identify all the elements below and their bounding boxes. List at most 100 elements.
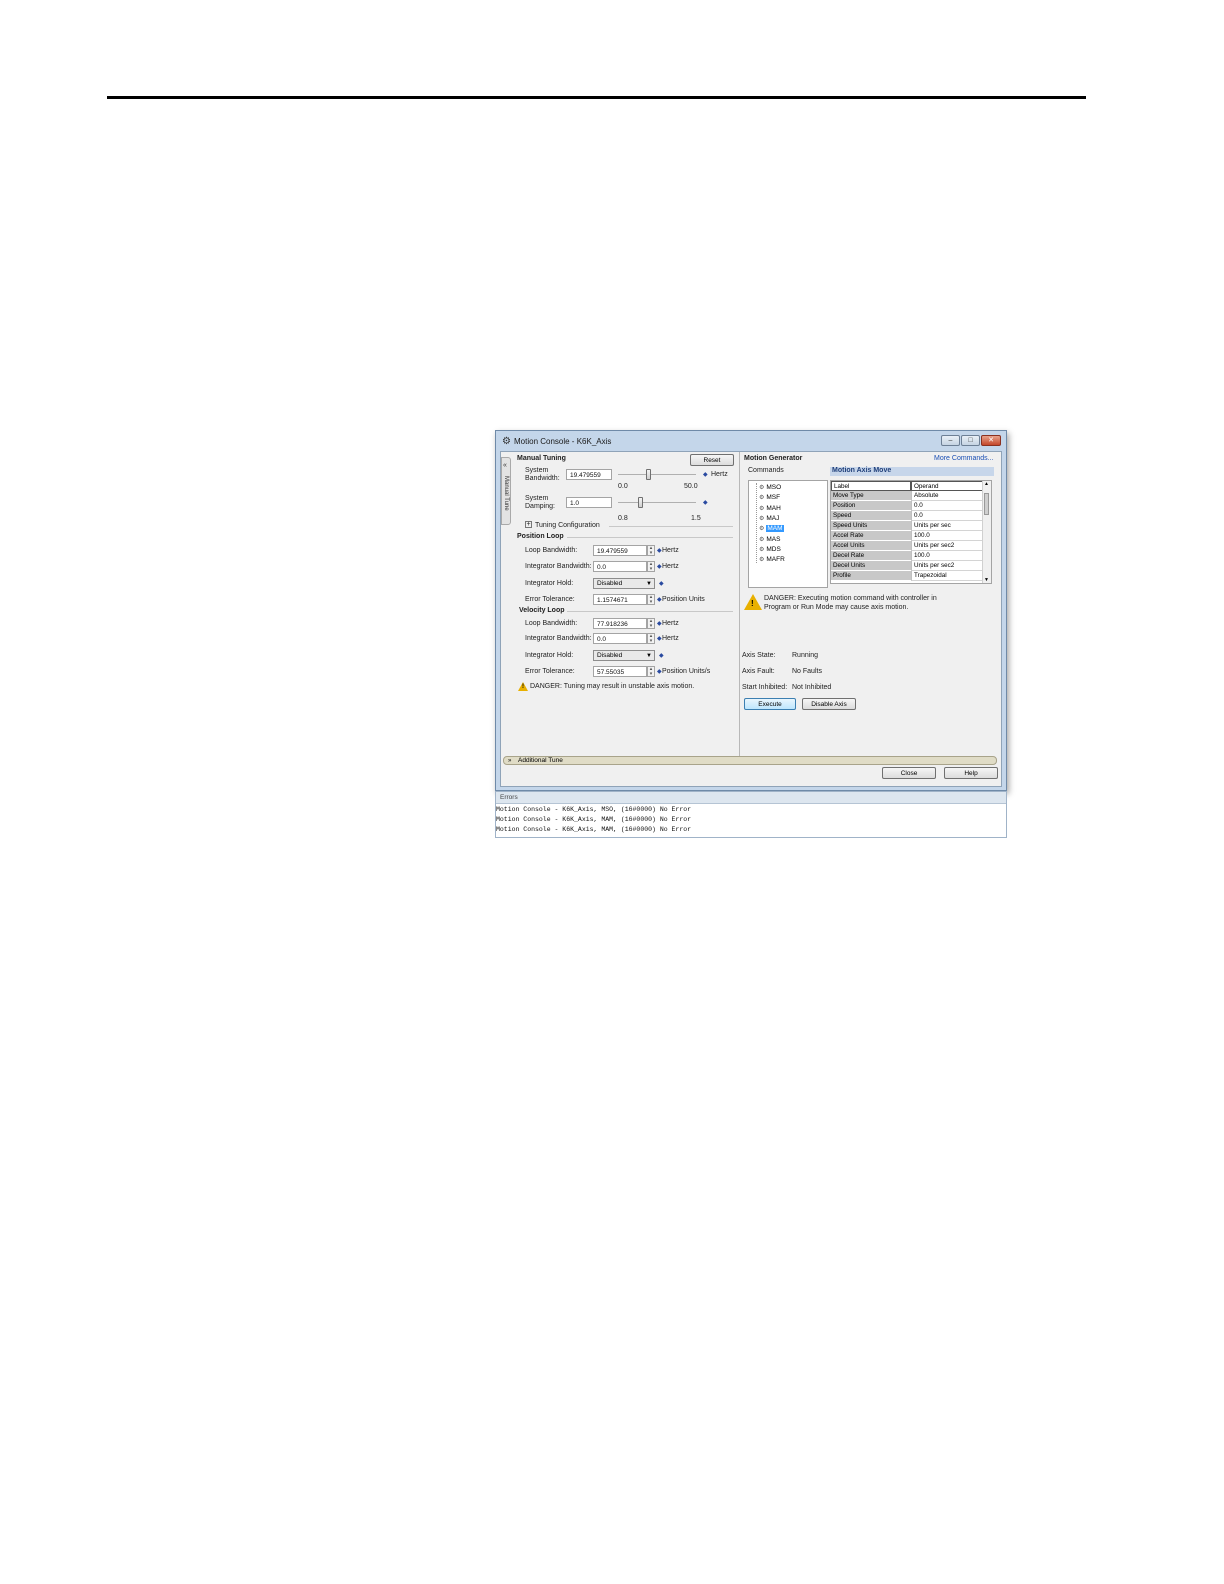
command-item[interactable]: ⚙ MSO: [759, 483, 781, 492]
grid-row-value[interactable]: Units per sec2: [911, 541, 983, 551]
system-bandwidth-track: [618, 474, 696, 475]
pos-integrator-hold-select[interactable]: Disabled ▼: [593, 578, 655, 589]
pos-error-tolerance-spinner[interactable]: ▴ ▾: [647, 594, 655, 605]
vel-integrator-bandwidth-spinner[interactable]: ▴ ▾: [647, 633, 655, 644]
expand-icon[interactable]: +: [525, 521, 532, 528]
grid-row[interactable]: Decel Rate 100.0: [831, 551, 983, 561]
grid-row[interactable]: Position 0.0: [831, 501, 983, 511]
pos-integrator-hold-label: Integrator Hold:: [525, 580, 574, 587]
execute-button[interactable]: Execute: [744, 698, 796, 710]
system-damping-input[interactable]: 1.0: [566, 497, 612, 508]
maximize-button[interactable]: □: [961, 435, 980, 446]
vel-loop-bandwidth-spinner[interactable]: ▴ ▾: [647, 618, 655, 629]
commands-tree: ⚙ MSO ⚙ MSF ⚙ MAH ⚙ MAJ ⚙ MAM ⚙ MAS ⚙ MDS ⚙ MAFR: [748, 480, 828, 588]
grid-row[interactable]: Accel Units Units per sec2: [831, 541, 983, 551]
pos-error-tolerance-input[interactable]: 1.1574671: [593, 594, 647, 605]
vel-integrator-bandwidth-unit: Hertz: [662, 635, 679, 642]
position-loop-heading: Position Loop: [517, 533, 564, 540]
grid-row-label: Decel Rate: [831, 551, 911, 561]
additional-tune-label: Additional Tune: [518, 757, 563, 764]
system-damping-slider[interactable]: [638, 497, 644, 508]
grid-row-value[interactable]: Units per sec2: [911, 561, 983, 571]
command-item[interactable]: ⚙ MAS: [759, 535, 780, 544]
error-log-line: Motion Console - K6K_Axis, MSO, (16#0000…: [496, 806, 692, 813]
grid-row-value[interactable]: 0.0: [911, 501, 983, 511]
scroll-thumb[interactable]: [984, 493, 989, 515]
grid-row[interactable]: Speed Units Units per sec: [831, 521, 983, 531]
dropdown-arrow-icon: ▼: [646, 581, 652, 587]
vel-integrator-bandwidth-input[interactable]: 0.0: [593, 633, 647, 644]
window-client: « Manual Tune Manual Tuning Reset System…: [500, 451, 1002, 787]
bandwidth-max-label: 50.0: [684, 483, 698, 490]
command-item[interactable]: ⚙ MAH: [759, 504, 781, 513]
motion-axis-move-title: Motion Axis Move: [830, 467, 994, 476]
additional-tune-bar[interactable]: » Additional Tune: [503, 756, 997, 765]
vel-loop-bandwidth-input[interactable]: 77.918236: [593, 618, 647, 629]
collapse-icon: «: [503, 462, 507, 469]
command-item[interactable]: ⚙ MAJ: [759, 514, 779, 523]
command-item[interactable]: ⚙ MAFR: [759, 555, 785, 564]
minimize-button[interactable]: –: [941, 435, 960, 446]
close-window-button[interactable]: ✕: [981, 435, 1001, 446]
vel-error-tolerance-input[interactable]: 57.55035: [593, 666, 647, 677]
grid-row-value[interactable]: 100.0: [911, 531, 983, 541]
grid-row-value[interactable]: Trapezoidal: [911, 571, 983, 581]
reset-button[interactable]: Reset: [690, 454, 734, 466]
pos-integrator-bandwidth-spinner[interactable]: ▴ ▾: [647, 561, 655, 572]
disable-axis-button[interactable]: Disable Axis: [802, 698, 856, 710]
pos-loop-bandwidth-input[interactable]: 19.479559: [593, 545, 647, 556]
velocity-loop-separator: [567, 611, 733, 612]
grid-row[interactable]: Speed 0.0: [831, 511, 983, 521]
motion-danger-line2: Program or Run Mode may cause axis motio…: [764, 604, 909, 611]
grid-row[interactable]: Accel Rate 100.0: [831, 531, 983, 541]
system-bandwidth-input[interactable]: 19.479559: [566, 469, 612, 480]
help-button[interactable]: Help: [944, 767, 998, 779]
app-icon: ⚙: [502, 436, 511, 447]
pos-loop-bandwidth-unit: Hertz: [662, 547, 679, 554]
grid-row[interactable]: Profile Trapezoidal: [831, 571, 983, 581]
error-log-line: Motion Console - K6K_Axis, MAM, (16#0000…: [496, 826, 692, 833]
more-commands-link[interactable]: More Commands...: [934, 455, 994, 462]
title-bar[interactable]: ⚙ Motion Console - K6K_Axis – □ ✕: [496, 431, 1006, 451]
grid-row[interactable]: Decel Units Units per sec2: [831, 561, 983, 571]
command-item[interactable]: ⚙ MDS: [759, 545, 781, 554]
scroll-up-icon[interactable]: ▲: [984, 481, 989, 487]
command-label: MAH: [766, 504, 781, 512]
grid-row-value[interactable]: 0.0: [911, 511, 983, 521]
pos-integrator-bandwidth-input[interactable]: 0.0: [593, 561, 647, 572]
pos-tol-arrow-icon: ◆: [657, 597, 662, 603]
command-label: MDS: [766, 545, 781, 553]
grid-row-label: Speed: [831, 511, 911, 521]
system-bandwidth-slider[interactable]: [646, 469, 652, 480]
scroll-down-icon[interactable]: ▼: [984, 577, 989, 583]
vel-error-tolerance-spinner[interactable]: ▴ ▾: [647, 666, 655, 677]
errors-heading: Errors: [496, 792, 1006, 804]
vel-integrator-hold-select[interactable]: Disabled ▼: [593, 650, 655, 661]
grid-row[interactable]: Move Type Absolute: [831, 491, 983, 501]
axis-state-label: Axis State:: [742, 652, 776, 659]
manual-tune-side-tab[interactable]: « Manual Tune: [501, 457, 511, 525]
side-tab-label: Manual Tune: [503, 476, 509, 511]
vel-error-tolerance-label: Error Tolerance:: [525, 668, 575, 675]
vel-tol-arrow-icon: ◆: [657, 669, 662, 675]
command-item[interactable]: ⚙ MAM: [759, 524, 784, 533]
grid-row-value[interactable]: 100.0: [911, 551, 983, 561]
vel-integrator-hold-value: Disabled: [597, 652, 623, 659]
command-label: MSO: [766, 484, 782, 491]
bandwidth-min-label: 0.0: [618, 483, 628, 490]
manual-tuning-pane: Manual Tuning Reset System Bandwidth: 19…: [515, 452, 739, 756]
page-header-rule: [107, 96, 1086, 99]
system-damping-label: System Damping:: [525, 495, 555, 510]
grid-header-operand: Operand: [911, 481, 983, 491]
tuning-danger-text: DANGER: Tuning may result in unstable ax…: [530, 683, 695, 690]
command-item[interactable]: ⚙ MSF: [759, 493, 780, 502]
parameter-grid: Label Operand Move Type Absolute Position 0…: [830, 480, 992, 584]
pos-loop-bandwidth-spinner[interactable]: ▴ ▾: [647, 545, 655, 556]
command-label: MAJ: [766, 514, 780, 522]
grid-scrollbar[interactable]: ▲ ▼: [982, 481, 991, 583]
close-button[interactable]: Close: [882, 767, 936, 779]
grid-row-value[interactable]: Absolute: [911, 491, 983, 501]
command-icon: ⚙: [759, 546, 765, 553]
tuning-configuration-label[interactable]: Tuning Configuration: [535, 522, 600, 529]
grid-row-value[interactable]: Units per sec: [911, 521, 983, 531]
